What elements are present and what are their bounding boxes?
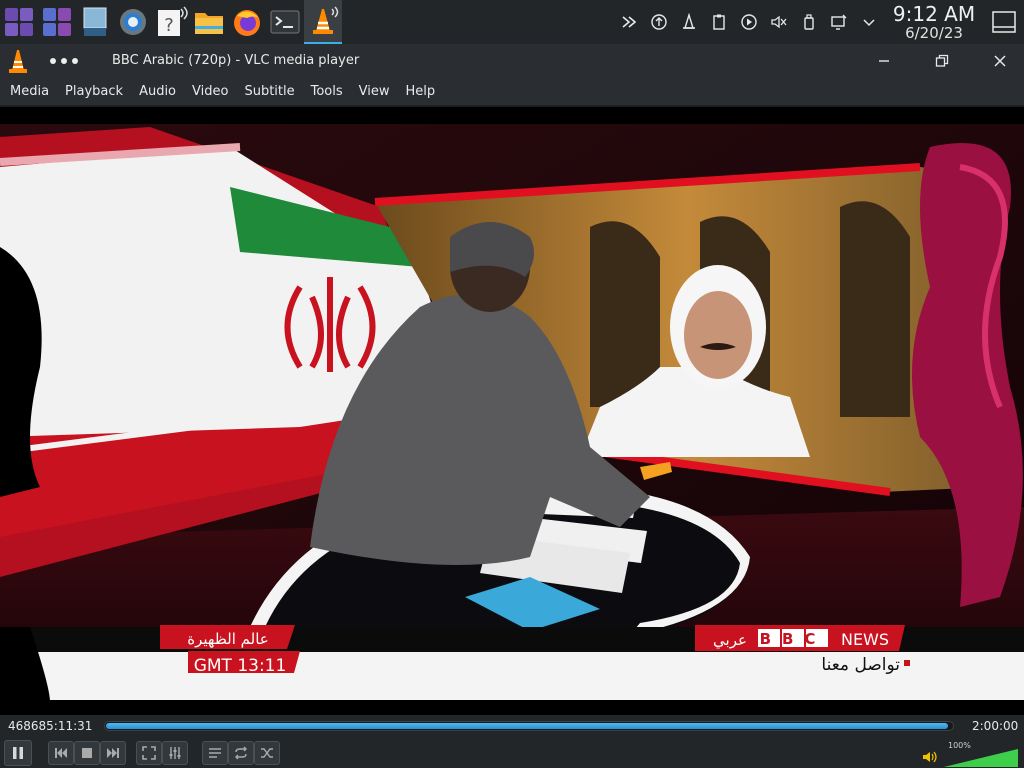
show-desktop-app[interactable] [76,0,114,44]
equalizer-icon [169,747,181,759]
pager-desktop-1[interactable] [0,0,38,44]
next-button[interactable] [100,741,126,765]
volume-muted-icon[interactable] [764,0,794,44]
firefox-icon [234,10,260,36]
kde-connect-icon[interactable] [614,0,644,44]
svg-text:?: ? [164,15,174,36]
volume-icon [923,751,937,763]
ticker-caption: تواصل معنا [821,655,900,675]
window-menu-button[interactable] [44,44,84,78]
window-titlebar[interactable]: BBC Arabic (720p) - VLC media player [0,44,1024,78]
stop-icon [82,748,92,758]
close-button[interactable] [980,44,1020,78]
vlc-icon [313,6,339,34]
vlc-media-player[interactable] [304,0,342,44]
fullscreen-button[interactable] [136,741,162,765]
seek-progress [106,723,948,729]
system-settings[interactable] [114,0,152,44]
desktop-grid-icon [4,7,34,37]
menu-tools[interactable]: Tools [303,78,351,106]
previous-button[interactable] [48,741,74,765]
folder-icon [195,13,223,34]
menu-media[interactable]: Media [2,78,57,106]
seek-slider[interactable] [104,721,954,731]
volume-control[interactable]: 100% [922,741,1022,768]
random-button[interactable] [254,741,280,765]
menu-video[interactable]: Video [184,78,236,106]
media-player-icon[interactable] [734,0,764,44]
device-notifier-icon[interactable] [794,0,824,44]
top-panel: ? 9:12 AM 6/20/23 [0,0,1024,44]
playlist-icon [209,748,221,758]
volume-slider[interactable] [944,748,1020,768]
restore-button[interactable] [922,44,962,78]
show-desktop-button[interactable] [984,0,1024,44]
minimize-icon [879,60,889,62]
more-dots-icon [50,58,78,64]
update-icon[interactable] [644,0,674,44]
file-manager[interactable] [190,0,228,44]
elapsed-time[interactable]: 468685:11:31 [8,715,92,737]
system-tray: 9:12 AM 6/20/23 [614,0,1024,44]
digital-clock[interactable]: 9:12 AM 6/20/23 [884,4,984,41]
pager-desktop-2[interactable] [38,0,76,44]
loop-button[interactable] [228,741,254,765]
clock-date: 6/20/23 [905,23,963,42]
task-manager: ? [0,0,342,44]
network-icon[interactable] [824,0,854,44]
loop-icon [235,746,247,760]
gear-icon [120,9,146,35]
menu-audio[interactable]: Audio [131,78,184,106]
firefox[interactable] [228,0,266,44]
window-title: BBC Arabic (720p) - VLC media player [112,53,360,68]
minimize-button[interactable] [864,44,904,78]
terminal[interactable] [266,0,304,44]
menu-view[interactable]: View [351,78,398,106]
close-icon [994,55,1006,67]
help-icon: ? [158,6,188,36]
show-desktop-icon [992,11,1016,33]
menu-bar: Media Playback Audio Video Subtitle Tool… [0,78,1024,106]
ticker-time: GMT 13:11 [194,656,287,676]
fullscreen-icon [142,746,156,760]
seek-row: 468685:11:31 2:00:00 [0,715,1024,737]
help-center[interactable]: ? [152,0,190,44]
window-icon [83,7,107,36]
terminal-icon [270,10,300,34]
ticker-news: NEWS [841,630,889,649]
skip-previous-icon [55,748,67,758]
pause-button[interactable] [4,740,32,766]
ticker-arabic: عربي [713,631,747,650]
skip-next-icon [107,748,119,758]
ticker-bbc-letters: BBC [760,630,827,648]
vlc-window-icon[interactable] [4,46,32,76]
pause-icon [13,747,23,759]
vlc-tray-icon[interactable] [674,0,704,44]
total-time[interactable]: 2:00:00 [972,715,1018,737]
ticker-program-name: عالم الظهيرة [187,630,268,648]
menu-subtitle[interactable]: Subtitle [236,78,302,106]
restore-icon [935,54,949,67]
video-frame: عالم الظهيرة GMT 13:11 BBC NEWS عربي توا… [0,107,1024,715]
clock-time: 9:12 AM [892,1,976,26]
menu-help[interactable]: Help [398,78,444,106]
clipboard-icon[interactable] [704,0,734,44]
extended-settings-button[interactable] [162,741,188,765]
control-bar: 100% [0,737,1024,768]
playlist-button[interactable] [202,741,228,765]
menu-playback[interactable]: Playback [57,78,131,106]
video-output[interactable]: عالم الظهيرة GMT 13:11 BBC NEWS عربي توا… [0,107,1024,715]
stop-button[interactable] [74,741,100,765]
shuffle-icon [261,748,273,758]
expand-tray-icon[interactable] [854,0,884,44]
desktop-grid-icon [42,7,72,37]
